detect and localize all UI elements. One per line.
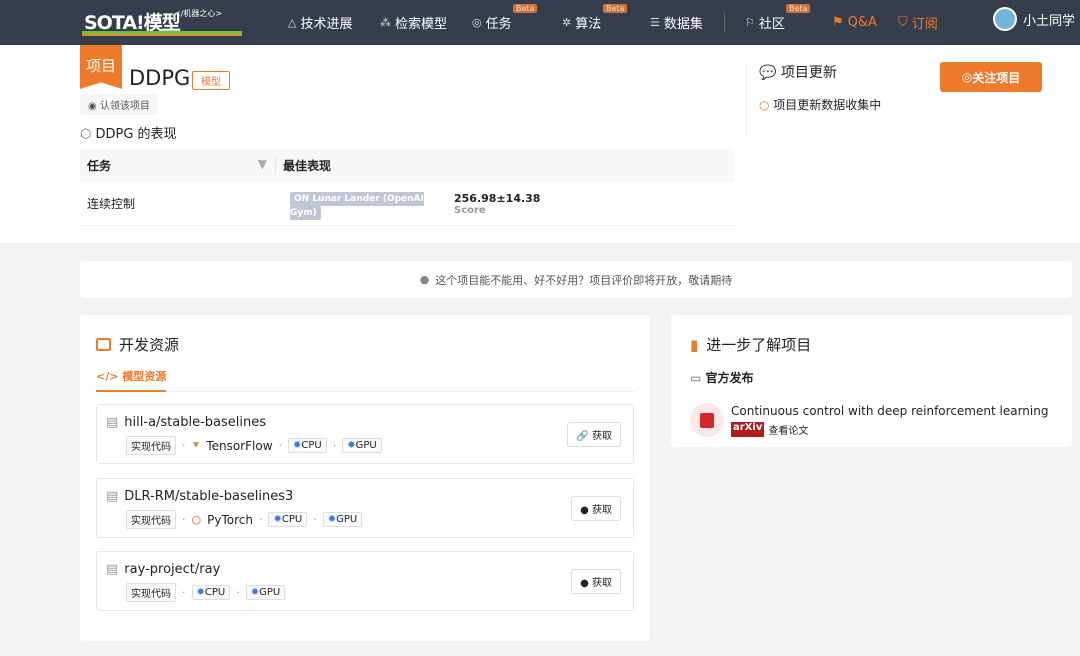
repo-item[interactable]: ▤ DLR-RM/stable-baselines3 实现代码 · ○ PyTorch ·… bbox=[96, 478, 634, 538]
avatar bbox=[992, 7, 1017, 31]
code-file-icon: ▤ bbox=[106, 489, 119, 504]
chip-icon: ✹ bbox=[347, 440, 356, 451]
database-icon: ☰ bbox=[650, 16, 660, 29]
beta-badge: Beta bbox=[513, 4, 538, 13]
nav-tasks[interactable]: ◎ 任务 bbox=[472, 0, 512, 45]
hexagon-icon: ⬡ bbox=[80, 127, 96, 142]
project-title: DDPG bbox=[129, 66, 191, 90]
get-button[interactable]: 🔗 获取 bbox=[567, 422, 621, 447]
follow-button[interactable]: ◎ 关注项目 bbox=[940, 62, 1042, 92]
flag-icon: ⚐ bbox=[745, 16, 755, 29]
nav-algorithms[interactable]: ✲ 算法 bbox=[562, 0, 601, 45]
user-icon: ◉ bbox=[88, 101, 100, 112]
nav-search-models[interactable]: ⁂ 检索模型 bbox=[380, 0, 447, 45]
nav-qa[interactable]: ⚑ Q&A bbox=[832, 0, 877, 45]
pytorch-icon: ○ bbox=[191, 513, 202, 526]
nav-tech[interactable]: △ 技术进展 bbox=[288, 0, 352, 45]
repo-item[interactable]: ▤ ray-project/ray 实现代码 · ✹CPU · ✹GPU ● 获取 bbox=[96, 551, 634, 611]
code-icon: </> bbox=[96, 370, 123, 383]
chip-icon: ✹ bbox=[196, 587, 205, 598]
chip-icon: ✹ bbox=[250, 587, 260, 598]
monitor-icon: ▭ bbox=[690, 371, 706, 385]
get-button[interactable]: ● 获取 bbox=[571, 569, 621, 594]
link-icon: 🔗 bbox=[576, 431, 592, 442]
resource-icon bbox=[96, 338, 111, 351]
circle-icon: ○ bbox=[759, 98, 774, 112]
nav-subscribe[interactable]: ⛉ 订阅 bbox=[898, 0, 938, 45]
rating-notice: ● 这个项目能不能用、好不好用？项目评价即将开放，敬请期待 bbox=[80, 261, 1072, 298]
performance-table: 任务 ▼ 最佳表现 连续控制 ON Lunar Lander (OpenAI Gym… bbox=[80, 149, 734, 226]
github-icon: ● bbox=[580, 505, 592, 516]
target-icon: ◎ bbox=[961, 70, 973, 84]
paper-icon bbox=[690, 403, 724, 437]
type-tag: 模型 bbox=[192, 71, 230, 90]
get-button[interactable]: ● 获取 bbox=[571, 496, 621, 521]
arxiv-logo: arXiv bbox=[731, 422, 765, 437]
paper-title[interactable]: Continuous control with deep reinforceme… bbox=[731, 404, 1048, 418]
repo-item[interactable]: ▤ hill-a/stable-baselines 实现代码 · ⯆ TensorFlo… bbox=[96, 404, 634, 464]
chip-icon: ✹ bbox=[327, 514, 337, 525]
code-file-icon: ▤ bbox=[106, 562, 119, 577]
atom-icon: ✲ bbox=[562, 16, 572, 29]
smile-icon: ● bbox=[419, 273, 430, 286]
project-header: 项目 DDPG 模型 ◉ 认领该项目 ⬡ DDPG 的表现 任务 ▼ 最佳表现 连续… bbox=[0, 45, 1080, 243]
bookmark-icon: ⛉ bbox=[898, 15, 908, 30]
nodes-icon: ⁂ bbox=[380, 16, 391, 29]
claim-button[interactable]: ◉ 认领该项目 bbox=[80, 94, 158, 115]
dataset-tag[interactable]: ON Lunar Lander (OpenAI Gym) bbox=[290, 191, 424, 220]
column-best: 最佳表现 bbox=[283, 159, 332, 173]
book-icon: ▮ bbox=[690, 335, 699, 354]
filter-icon[interactable]: ▼ bbox=[258, 157, 267, 174]
github-icon: ● bbox=[580, 578, 592, 589]
lamp-icon: △ bbox=[288, 16, 297, 29]
code-file-icon: ▤ bbox=[106, 415, 119, 430]
tensorflow-icon: ⯆ bbox=[191, 438, 201, 452]
table-row: 连续控制 ON Lunar Lander (OpenAI Gym) 256.98… bbox=[80, 182, 734, 226]
performance-heading: ⬡ DDPG 的表现 bbox=[80, 127, 177, 142]
layers-icon: ◎ bbox=[472, 16, 482, 29]
nav-community[interactable]: ⚐ 社区 bbox=[745, 0, 785, 45]
view-paper-link[interactable]: 查看论文 bbox=[768, 422, 808, 437]
column-task: 任务 ▼ bbox=[80, 157, 276, 174]
logo[interactable]: SOTA!模型 </机器之心> bbox=[82, 6, 247, 36]
user-menu[interactable]: 小土同学 bbox=[992, 7, 1075, 31]
beta-badge: Beta bbox=[786, 4, 811, 13]
beta-badge: Beta bbox=[603, 4, 628, 13]
dev-resources: 开发资源 </> 模型资源 ▤ hill-a/stable-baselines 实… bbox=[80, 315, 650, 641]
top-nav: SOTA!模型 </机器之心> △ 技术进展 ⁂ 检索模型 ◎ 任务 Beta ✲ 算法… bbox=[0, 0, 1080, 45]
qa-icon: ⚑ bbox=[832, 15, 844, 30]
nav-datasets[interactable]: ☰ 数据集 bbox=[650, 0, 703, 45]
tab-model-resources[interactable]: </> 模型资源 bbox=[96, 368, 167, 392]
chat-icon: 💬 bbox=[759, 65, 781, 81]
project-ribbon: 项目 bbox=[80, 45, 122, 89]
chip-icon: ✹ bbox=[273, 514, 282, 525]
learn-more: ▮ 进一步了解项目 ▭ 官方发布 Continuous control with … bbox=[671, 315, 1072, 447]
